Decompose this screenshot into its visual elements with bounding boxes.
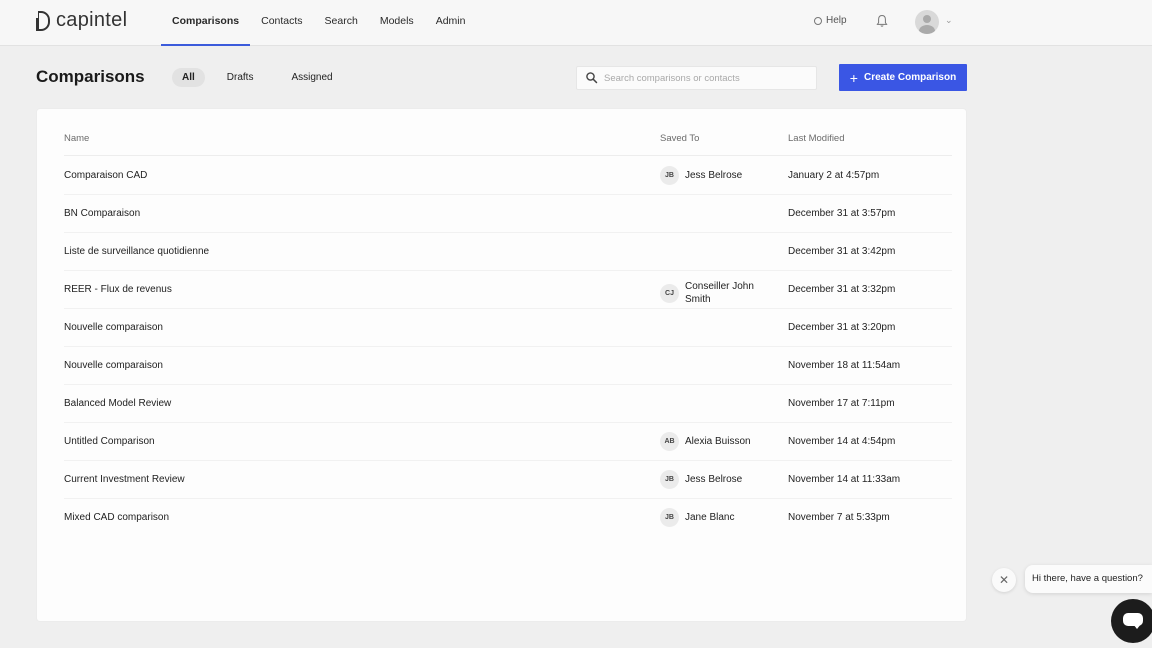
- last-modified: November 18 at 11:54am: [788, 360, 901, 371]
- last-modified: November 17 at 7:11pm: [788, 398, 895, 409]
- last-modified: November 14 at 11:33am: [788, 474, 901, 485]
- saved-to-name: Alexia Buisson: [685, 436, 751, 447]
- saved-to-contact[interactable]: AB Alexia Buisson: [660, 432, 751, 451]
- table-body: Comparaison CAD JB Jess Belrose January 2 a…: [37, 157, 966, 537]
- last-modified: November 7 at 5:33pm: [788, 512, 890, 523]
- comparison-name[interactable]: Comparaison CAD: [64, 170, 147, 181]
- search-icon: [586, 72, 598, 84]
- nav-item-contacts[interactable]: Contacts: [250, 0, 313, 46]
- avatar: CJ: [660, 283, 679, 303]
- top-nav-bar: capintel Comparisons Contacts Search Mod…: [0, 0, 1152, 46]
- comparison-name[interactable]: Liste de surveillance quotidienne: [64, 246, 209, 257]
- column-header-saved-to[interactable]: Saved To: [660, 133, 699, 144]
- comparison-name[interactable]: Current Investment Review: [64, 474, 185, 485]
- brand-name: capintel: [56, 9, 128, 31]
- saved-to-name: Jane Blanc: [685, 512, 735, 523]
- filter-drafts[interactable]: Drafts: [217, 68, 264, 87]
- comparison-name[interactable]: Nouvelle comparaison: [64, 322, 163, 333]
- comparison-name[interactable]: Mixed CAD comparison: [64, 512, 169, 523]
- main-nav: Comparisons Contacts Search Models Admin: [161, 0, 476, 46]
- saved-to-name: Jess Belrose: [685, 474, 743, 485]
- create-comparison-button[interactable]: + Create Comparison: [839, 64, 967, 91]
- last-modified: November 14 at 4:54pm: [788, 436, 896, 447]
- last-modified: December 31 at 3:20pm: [788, 322, 896, 333]
- nav-item-admin[interactable]: Admin: [425, 0, 477, 46]
- table-row[interactable]: BN Comparaison December 31 at 3:57pm: [37, 195, 966, 233]
- nav-item-models[interactable]: Models: [369, 0, 425, 46]
- last-modified: December 31 at 3:32pm: [788, 284, 896, 295]
- avatar-icon[interactable]: [915, 10, 939, 34]
- brand-logo[interactable]: capintel: [34, 9, 128, 32]
- column-header-last-modified[interactable]: Last Modified: [788, 133, 845, 144]
- search-box: [576, 66, 817, 90]
- table-header: Name Saved To Last Modified: [37, 109, 966, 155]
- plus-icon: +: [849, 69, 858, 86]
- close-icon[interactable]: ✕: [992, 568, 1016, 592]
- filter-assigned[interactable]: Assigned: [281, 68, 342, 87]
- search-input[interactable]: [604, 72, 809, 84]
- comparisons-table: Name Saved To Last Modified Comparaison …: [37, 109, 966, 621]
- chat-icon: [1123, 613, 1143, 629]
- comparison-name[interactable]: Untitled Comparison: [64, 436, 155, 447]
- last-modified: December 31 at 3:42pm: [788, 246, 896, 257]
- chat-launcher-button[interactable]: [1111, 599, 1152, 643]
- comparison-name[interactable]: Balanced Model Review: [64, 398, 171, 409]
- filter-all[interactable]: All: [172, 68, 205, 87]
- table-row[interactable]: Untitled Comparison AB Alexia Buisson Novem…: [37, 423, 966, 461]
- saved-to-name: Jess Belrose: [685, 170, 743, 181]
- avatar: JB: [660, 166, 679, 185]
- comparison-name[interactable]: REER - Flux de revenus: [64, 284, 172, 295]
- filter-tabs: All Drafts Assigned: [172, 68, 343, 87]
- help-button[interactable]: Help: [814, 15, 847, 26]
- avatar: JB: [660, 470, 679, 489]
- table-row[interactable]: Nouvelle comparaison December 31 at 3:20p…: [37, 309, 966, 347]
- nav-item-comparisons[interactable]: Comparisons: [161, 0, 251, 46]
- table-row[interactable]: Mixed CAD comparison JB Jane Blanc November…: [37, 499, 966, 537]
- create-comparison-label: Create Comparison: [863, 72, 957, 83]
- header-divider: [64, 155, 952, 156]
- help-icon: [814, 16, 822, 25]
- table-row[interactable]: Comparaison CAD JB Jess Belrose January 2 a…: [37, 157, 966, 195]
- table-row[interactable]: Liste de surveillance quotidienne Decembe…: [37, 233, 966, 271]
- avatar: AB: [660, 432, 679, 451]
- table-row[interactable]: REER - Flux de revenus CJ Conseiller John …: [37, 271, 966, 309]
- chevron-down-icon[interactable]: ⌄: [945, 15, 953, 26]
- saved-to-contact[interactable]: CJ Conseiller John Smith: [660, 280, 761, 306]
- saved-to-contact[interactable]: JB Jess Belrose: [660, 166, 742, 185]
- saved-to-name: Conseiller John Smith: [685, 281, 754, 305]
- bell-icon[interactable]: [876, 14, 888, 28]
- last-modified: December 31 at 3:57pm: [788, 208, 896, 219]
- page-title: Comparisons: [36, 67, 145, 86]
- avatar: JB: [660, 508, 679, 527]
- saved-to-contact[interactable]: JB Jane Blanc: [660, 508, 734, 527]
- chat-prompt[interactable]: Hi there, have a question?: [1025, 565, 1152, 593]
- nav-item-search[interactable]: Search: [314, 0, 369, 46]
- help-label: Help: [826, 15, 847, 26]
- comparison-name[interactable]: BN Comparaison: [64, 208, 140, 219]
- saved-to-contact[interactable]: JB Jess Belrose: [660, 470, 742, 489]
- column-header-name[interactable]: Name: [64, 133, 89, 144]
- comparison-name[interactable]: Nouvelle comparaison: [64, 360, 163, 371]
- table-row[interactable]: Balanced Model Review November 17 at 7:11…: [37, 385, 966, 423]
- table-row[interactable]: Current Investment Review JB Jess Belrose N…: [37, 461, 966, 499]
- table-row[interactable]: Nouvelle comparaison November 18 at 11:54…: [37, 347, 966, 385]
- last-modified: January 2 at 4:57pm: [788, 170, 880, 181]
- logo-icon: [34, 9, 50, 31]
